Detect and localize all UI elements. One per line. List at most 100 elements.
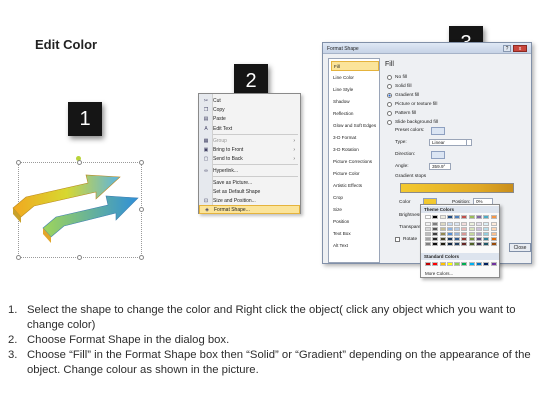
color-swatch[interactable]: [476, 232, 483, 236]
menu-item-bring-to-front[interactable]: ▣ Bring to Front ›: [199, 145, 300, 154]
radio-button[interactable]: [387, 74, 392, 80]
menu-item-hyperlink[interactable]: ∞ Hyperlink...: [199, 166, 300, 175]
menu-item-format-shape[interactable]: ◈ Format Shape...: [199, 205, 300, 214]
category-3d-rotation[interactable]: 3-D Rotation: [331, 145, 379, 155]
color-swatch[interactable]: [483, 215, 490, 219]
color-swatch[interactable]: [468, 237, 475, 241]
more-colors-link[interactable]: More Colors...: [425, 271, 453, 276]
color-swatch[interactable]: [446, 262, 453, 266]
color-swatch[interactable]: [483, 237, 490, 241]
color-swatch[interactable]: [425, 232, 431, 236]
color-swatch[interactable]: [432, 227, 439, 231]
color-swatch[interactable]: [461, 215, 468, 219]
resize-handle[interactable]: [139, 255, 144, 260]
color-swatch[interactable]: [454, 227, 461, 231]
close-icon[interactable]: x: [513, 45, 527, 52]
category-crop[interactable]: Crop: [331, 193, 379, 203]
type-select[interactable]: Linear: [429, 139, 467, 146]
color-swatch[interactable]: [490, 222, 497, 226]
color-swatch[interactable]: [461, 222, 468, 226]
color-swatch[interactable]: [461, 262, 468, 266]
category-fill[interactable]: Fill: [331, 61, 379, 71]
color-swatch[interactable]: [476, 227, 483, 231]
color-swatch[interactable]: [439, 222, 446, 226]
radio-gradient-fill[interactable]: Gradient fill: [387, 91, 419, 99]
color-swatch[interactable]: [432, 237, 439, 241]
resize-handle[interactable]: [77, 255, 82, 260]
color-swatch[interactable]: [468, 222, 475, 226]
color-swatch[interactable]: [483, 222, 490, 226]
color-swatch[interactable]: [454, 262, 461, 266]
category-artistic-effects[interactable]: Artistic Effects: [331, 181, 379, 191]
chevron-down-icon[interactable]: [466, 139, 472, 146]
category-line-color[interactable]: Line Color: [331, 73, 379, 83]
color-swatch[interactable]: [454, 215, 461, 219]
color-swatch[interactable]: [476, 215, 483, 219]
preset-colors-dropdown[interactable]: [431, 127, 445, 135]
color-swatch[interactable]: [439, 232, 446, 236]
radio-slide-background-fill[interactable]: Slide background fill: [387, 118, 438, 126]
color-swatch[interactable]: [439, 227, 446, 231]
color-swatch[interactable]: [490, 215, 497, 219]
color-swatch[interactable]: [468, 242, 475, 246]
direction-dropdown[interactable]: [431, 151, 445, 159]
color-swatch[interactable]: [476, 222, 483, 226]
menu-item-size-and-position[interactable]: ⊡ Size and Position...: [199, 196, 300, 205]
color-swatch[interactable]: [483, 227, 490, 231]
color-swatch[interactable]: [439, 215, 446, 219]
resize-handle[interactable]: [16, 255, 21, 260]
radio-no-fill[interactable]: No fill: [387, 73, 407, 81]
category-size[interactable]: Size: [331, 205, 379, 215]
color-swatch[interactable]: [490, 242, 497, 246]
color-swatch[interactable]: [483, 232, 490, 236]
color-swatch[interactable]: [468, 227, 475, 231]
color-swatch[interactable]: [432, 215, 439, 219]
menu-item-cut[interactable]: ✂ Cut: [199, 96, 300, 105]
color-swatch[interactable]: [476, 262, 483, 266]
color-swatch[interactable]: [454, 242, 461, 246]
color-swatch[interactable]: [432, 262, 439, 266]
category-alt-text[interactable]: Alt Text: [331, 241, 379, 251]
color-swatch[interactable]: [468, 262, 475, 266]
radio-button[interactable]: [387, 119, 392, 125]
color-swatch[interactable]: [490, 227, 497, 231]
color-swatch[interactable]: [425, 262, 431, 266]
color-swatch[interactable]: [454, 222, 461, 226]
color-swatch[interactable]: [483, 262, 490, 266]
color-swatch[interactable]: [425, 227, 431, 231]
angle-input[interactable]: 359.9°: [429, 163, 451, 170]
gradient-stops-bar[interactable]: [400, 183, 514, 193]
color-swatch[interactable]: [432, 232, 439, 236]
color-swatch[interactable]: [490, 237, 497, 241]
color-swatch[interactable]: [446, 222, 453, 226]
color-swatch[interactable]: [461, 232, 468, 236]
color-swatch[interactable]: [446, 232, 453, 236]
arrow-shapes-graphic[interactable]: [8, 165, 143, 255]
menu-item-copy[interactable]: ❐ Copy: [199, 105, 300, 114]
color-swatch[interactable]: [490, 262, 497, 266]
category-picture-corrections[interactable]: Picture Corrections: [331, 157, 379, 167]
radio-button[interactable]: [387, 110, 392, 116]
menu-item-save-as-picture[interactable]: Save as Picture...: [199, 178, 300, 187]
color-swatch[interactable]: [432, 242, 439, 246]
color-swatch[interactable]: [446, 237, 453, 241]
menu-item-set-default-shape[interactable]: Set as Default Shape: [199, 187, 300, 196]
color-swatch[interactable]: [454, 237, 461, 241]
category-shadow[interactable]: Shadow: [331, 97, 379, 107]
color-swatch[interactable]: [446, 227, 453, 231]
color-swatch[interactable]: [483, 242, 490, 246]
color-swatch[interactable]: [439, 237, 446, 241]
radio-button[interactable]: [387, 83, 392, 89]
color-swatch[interactable]: [461, 242, 468, 246]
category-line-style[interactable]: Line Style: [331, 85, 379, 95]
color-swatch[interactable]: [432, 222, 439, 226]
menu-item-send-to-back[interactable]: ▢ Send to Back ›: [199, 154, 300, 163]
category-picture-color[interactable]: Picture Color: [331, 169, 379, 179]
color-swatch[interactable]: [446, 242, 453, 246]
category-position[interactable]: Position: [331, 217, 379, 227]
category-glow[interactable]: Glow and Soft Edges: [331, 121, 379, 131]
color-swatch[interactable]: [476, 242, 483, 246]
menu-item-group[interactable]: ▦ Group ›: [199, 136, 300, 145]
color-swatch[interactable]: [461, 227, 468, 231]
color-swatch[interactable]: [439, 242, 446, 246]
